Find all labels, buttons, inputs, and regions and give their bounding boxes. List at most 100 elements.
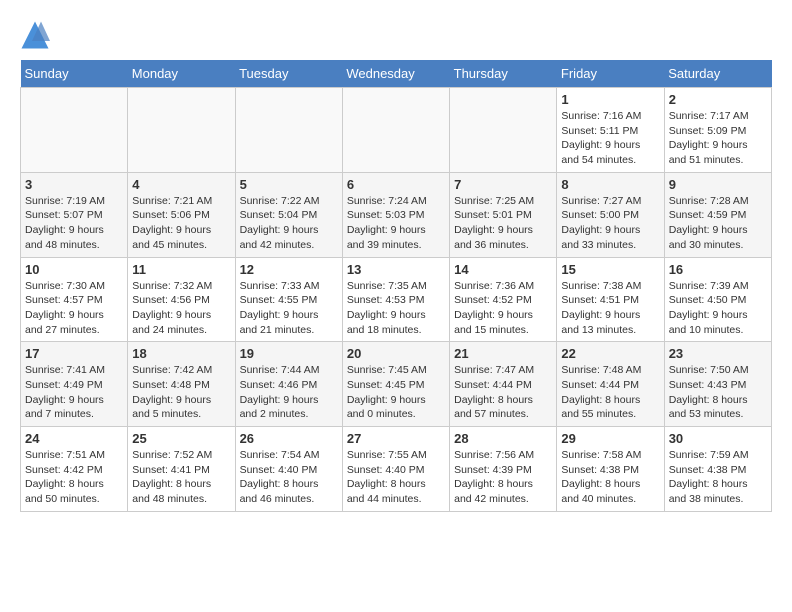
- day-info: Sunrise: 7:51 AM Sunset: 4:42 PM Dayligh…: [25, 448, 123, 507]
- weekday-header-saturday: Saturday: [664, 60, 771, 88]
- day-info: Sunrise: 7:24 AM Sunset: 5:03 PM Dayligh…: [347, 194, 445, 253]
- calendar-cell: 16Sunrise: 7:39 AM Sunset: 4:50 PM Dayli…: [664, 257, 771, 342]
- day-number: 17: [25, 346, 123, 361]
- day-number: 9: [669, 177, 767, 192]
- day-info: Sunrise: 7:45 AM Sunset: 4:45 PM Dayligh…: [347, 363, 445, 422]
- day-number: 20: [347, 346, 445, 361]
- day-number: 24: [25, 431, 123, 446]
- week-row-2: 3 Sunrise: 7:19 AM Sunset: 5:07 PM Daylig…: [21, 172, 772, 257]
- calendar-cell: 7Sunrise: 7:25 AM Sunset: 5:01 PM Daylig…: [450, 172, 557, 257]
- day-info: Sunrise: 7:36 AM Sunset: 4:52 PM Dayligh…: [454, 279, 552, 338]
- day-info: Sunrise: 7:16 AM Sunset: 5:11 PM Dayligh…: [561, 109, 659, 168]
- day-info: Sunrise: 7:44 AM Sunset: 4:46 PM Dayligh…: [240, 363, 338, 422]
- day-info: Sunrise: 7:38 AM Sunset: 4:51 PM Dayligh…: [561, 279, 659, 338]
- calendar-cell: 17 Sunrise: 7:41 AM Sunset: 4:49 PM Dayli…: [21, 342, 128, 427]
- day-info: Sunrise: 7:28 AM Sunset: 4:59 PM Dayligh…: [669, 194, 767, 253]
- calendar-cell: 6 Sunrise: 7:24 AM Sunset: 5:03 PM Daylig…: [342, 172, 449, 257]
- day-info: Sunrise: 7:27 AM Sunset: 5:00 PM Dayligh…: [561, 194, 659, 253]
- day-number: 10: [25, 262, 123, 277]
- calendar-cell: 5Sunrise: 7:22 AM Sunset: 5:04 PM Daylig…: [235, 172, 342, 257]
- calendar-cell: 4 Sunrise: 7:21 AM Sunset: 5:06 PM Daylig…: [128, 172, 235, 257]
- calendar-cell: 11 Sunrise: 7:32 AM Sunset: 4:56 PM Dayli…: [128, 257, 235, 342]
- calendar-cell: 23 Sunrise: 7:50 AM Sunset: 4:43 PM Dayli…: [664, 342, 771, 427]
- week-row-5: 24 Sunrise: 7:51 AM Sunset: 4:42 PM Dayli…: [21, 427, 772, 512]
- calendar-cell: 22Sunrise: 7:48 AM Sunset: 4:44 PM Dayli…: [557, 342, 664, 427]
- day-info: Sunrise: 7:54 AM Sunset: 4:40 PM Dayligh…: [240, 448, 338, 507]
- day-number: 13: [347, 262, 445, 277]
- day-number: 2: [669, 92, 767, 107]
- calendar-cell: 25Sunrise: 7:52 AM Sunset: 4:41 PM Dayli…: [128, 427, 235, 512]
- weekday-header-tuesday: Tuesday: [235, 60, 342, 88]
- weekday-header-thursday: Thursday: [450, 60, 557, 88]
- day-number: 23: [669, 346, 767, 361]
- day-number: 29: [561, 431, 659, 446]
- calendar-cell: 28 Sunrise: 7:56 AM Sunset: 4:39 PM Dayli…: [450, 427, 557, 512]
- day-info: Sunrise: 7:35 AM Sunset: 4:53 PM Dayligh…: [347, 279, 445, 338]
- day-number: 7: [454, 177, 552, 192]
- calendar-cell: [21, 88, 128, 173]
- day-number: 8: [561, 177, 659, 192]
- day-info: Sunrise: 7:58 AM Sunset: 4:38 PM Dayligh…: [561, 448, 659, 507]
- day-number: 12: [240, 262, 338, 277]
- calendar-cell: 29 Sunrise: 7:58 AM Sunset: 4:38 PM Dayli…: [557, 427, 664, 512]
- calendar-table: SundayMondayTuesdayWednesdayThursdayFrid…: [20, 60, 772, 512]
- day-info: Sunrise: 7:50 AM Sunset: 4:43 PM Dayligh…: [669, 363, 767, 422]
- calendar-cell: 13 Sunrise: 7:35 AM Sunset: 4:53 PM Dayli…: [342, 257, 449, 342]
- day-number: 26: [240, 431, 338, 446]
- day-number: 4: [132, 177, 230, 192]
- calendar-cell: [235, 88, 342, 173]
- day-info: Sunrise: 7:59 AM Sunset: 4:38 PM Dayligh…: [669, 448, 767, 507]
- day-info: Sunrise: 7:22 AM Sunset: 5:04 PM Dayligh…: [240, 194, 338, 253]
- calendar-cell: 8 Sunrise: 7:27 AM Sunset: 5:00 PM Daylig…: [557, 172, 664, 257]
- day-number: 14: [454, 262, 552, 277]
- day-info: Sunrise: 7:56 AM Sunset: 4:39 PM Dayligh…: [454, 448, 552, 507]
- calendar-cell: 1 Sunrise: 7:16 AM Sunset: 5:11 PM Daylig…: [557, 88, 664, 173]
- week-row-4: 17 Sunrise: 7:41 AM Sunset: 4:49 PM Dayli…: [21, 342, 772, 427]
- day-number: 30: [669, 431, 767, 446]
- day-info: Sunrise: 7:32 AM Sunset: 4:56 PM Dayligh…: [132, 279, 230, 338]
- day-number: 11: [132, 262, 230, 277]
- week-row-1: 1 Sunrise: 7:16 AM Sunset: 5:11 PM Daylig…: [21, 88, 772, 173]
- calendar-cell: 20 Sunrise: 7:45 AM Sunset: 4:45 PM Dayli…: [342, 342, 449, 427]
- day-number: 25: [132, 431, 230, 446]
- day-number: 1: [561, 92, 659, 107]
- calendar-cell: 21Sunrise: 7:47 AM Sunset: 4:44 PM Dayli…: [450, 342, 557, 427]
- day-info: Sunrise: 7:21 AM Sunset: 5:06 PM Dayligh…: [132, 194, 230, 253]
- week-row-3: 10Sunrise: 7:30 AM Sunset: 4:57 PM Dayli…: [21, 257, 772, 342]
- day-number: 16: [669, 262, 767, 277]
- calendar-cell: 27 Sunrise: 7:55 AM Sunset: 4:40 PM Dayli…: [342, 427, 449, 512]
- logo: [20, 20, 54, 50]
- day-number: 15: [561, 262, 659, 277]
- day-number: 27: [347, 431, 445, 446]
- weekday-header-friday: Friday: [557, 60, 664, 88]
- calendar-cell: 15 Sunrise: 7:38 AM Sunset: 4:51 PM Dayli…: [557, 257, 664, 342]
- weekday-header-monday: Monday: [128, 60, 235, 88]
- day-info: Sunrise: 7:47 AM Sunset: 4:44 PM Dayligh…: [454, 363, 552, 422]
- calendar-cell: 19 Sunrise: 7:44 AM Sunset: 4:46 PM Dayli…: [235, 342, 342, 427]
- day-info: Sunrise: 7:17 AM Sunset: 5:09 PM Dayligh…: [669, 109, 767, 168]
- calendar-cell: 30 Sunrise: 7:59 AM Sunset: 4:38 PM Dayli…: [664, 427, 771, 512]
- calendar-cell: 2 Sunrise: 7:17 AM Sunset: 5:09 PM Daylig…: [664, 88, 771, 173]
- calendar-cell: 26 Sunrise: 7:54 AM Sunset: 4:40 PM Dayli…: [235, 427, 342, 512]
- day-number: 18: [132, 346, 230, 361]
- weekday-header-row: SundayMondayTuesdayWednesdayThursdayFrid…: [21, 60, 772, 88]
- day-number: 28: [454, 431, 552, 446]
- day-number: 19: [240, 346, 338, 361]
- logo-icon: [20, 20, 50, 50]
- calendar-cell: 12Sunrise: 7:33 AM Sunset: 4:55 PM Dayli…: [235, 257, 342, 342]
- page-header: [20, 20, 772, 50]
- day-number: 3: [25, 177, 123, 192]
- calendar-cell: 3 Sunrise: 7:19 AM Sunset: 5:07 PM Daylig…: [21, 172, 128, 257]
- calendar-cell: 10Sunrise: 7:30 AM Sunset: 4:57 PM Dayli…: [21, 257, 128, 342]
- weekday-header-wednesday: Wednesday: [342, 60, 449, 88]
- calendar-cell: [450, 88, 557, 173]
- calendar-cell: 9 Sunrise: 7:28 AM Sunset: 4:59 PM Daylig…: [664, 172, 771, 257]
- day-info: Sunrise: 7:41 AM Sunset: 4:49 PM Dayligh…: [25, 363, 123, 422]
- day-info: Sunrise: 7:19 AM Sunset: 5:07 PM Dayligh…: [25, 194, 123, 253]
- day-info: Sunrise: 7:42 AM Sunset: 4:48 PM Dayligh…: [132, 363, 230, 422]
- day-number: 6: [347, 177, 445, 192]
- day-info: Sunrise: 7:48 AM Sunset: 4:44 PM Dayligh…: [561, 363, 659, 422]
- day-info: Sunrise: 7:55 AM Sunset: 4:40 PM Dayligh…: [347, 448, 445, 507]
- calendar-cell: 24 Sunrise: 7:51 AM Sunset: 4:42 PM Dayli…: [21, 427, 128, 512]
- calendar-cell: [128, 88, 235, 173]
